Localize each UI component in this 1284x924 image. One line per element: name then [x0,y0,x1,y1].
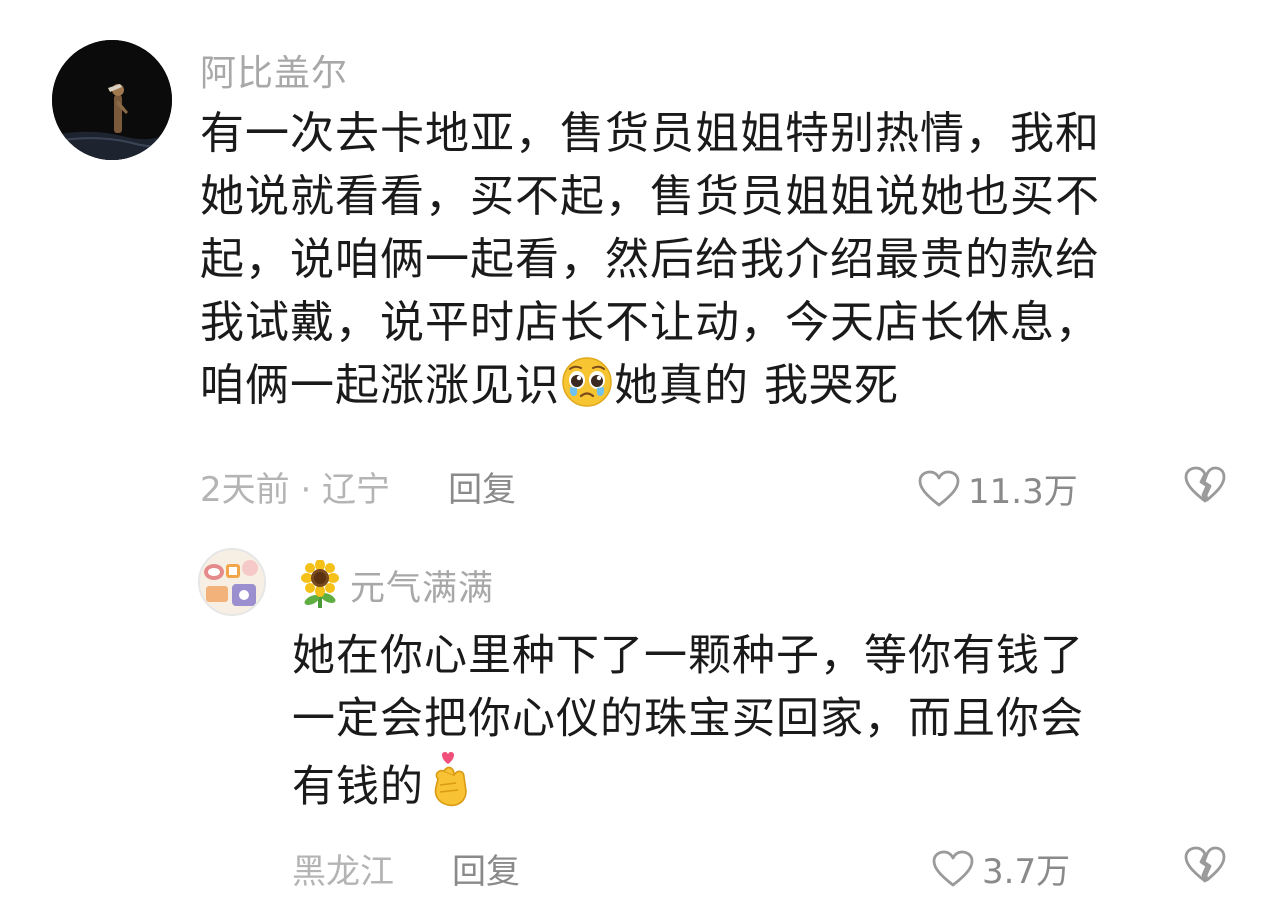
broken-heart-icon [1184,466,1226,503]
broken-heart-icon [1184,846,1226,883]
reply-button[interactable]: 回复 [452,844,520,893]
avatar[interactable] [52,40,172,160]
comment-line: 起，说咱俩一起看，然后给我介绍最贵的款给 [200,234,1100,285]
comment-line: 我试戴，说平时店长不让动，今天店长休息， [200,297,1100,348]
timestamp-location: 2天前 · 辽宁 [200,470,391,510]
dislike-button[interactable] [1183,846,1227,888]
reply-line: 她在你心里种下了一颗种子，等你有钱了 [292,631,1084,681]
reply-meta: 黑龙江 回复 [292,844,520,893]
comment-meta: 2天前 · 辽宁 回复 [200,462,516,511]
comment-line: 她说就看看，买不起，售货员姐姐说她也买不 [200,171,1100,222]
like-button[interactable]: 11.3万 [918,464,1078,513]
finger-heart-icon [424,751,480,827]
like-count: 3.7万 [982,852,1071,892]
reply-avatar[interactable] [198,548,266,616]
reply-body: 她在你心里种下了一颗种子，等你有钱了 一定会把你心仪的珠宝买回家，而且你会 有钱… [292,625,1252,814]
reply-username[interactable]: 元气满满 [350,560,494,611]
reply-line: 一定会把你心仪的珠宝买回家，而且你会 [292,694,1084,744]
like-count: 11.3万 [968,472,1078,512]
heart-outline-icon [932,850,974,886]
comment-thread: 阿比盖尔 有一次去卡地亚，售货员姐姐特别热情，我和 她说就看看，买不起，售货员姐… [0,0,1284,924]
pleading-face-icon [560,356,614,425]
dislike-button[interactable] [1183,466,1227,508]
reply-button[interactable]: 回复 [448,462,516,511]
location: 黑龙江 [292,852,394,892]
comment-line: 有一次去卡地亚，售货员姐姐特别热情，我和 [200,108,1100,159]
sunflower-icon [298,559,342,614]
avatar-photo [52,40,172,160]
avatar-photo [200,550,264,614]
username[interactable]: 阿比盖尔 [200,44,348,96]
comment-line-part: 她真的 我哭死 [614,360,899,411]
comment-line-part: 咱俩一起涨涨见识 [200,360,560,411]
reply-line-part: 有钱的 [292,762,424,812]
comment-line: 咱俩一起涨涨见识 她真的 我哭死 [200,354,1200,417]
comment-body: 有一次去卡地亚，售货员姐姐特别热情，我和 她说就看看，买不起，售货员姐姐说她也买… [200,102,1200,417]
like-button[interactable]: 3.7万 [932,844,1070,893]
reply-line: 有钱的 [292,751,1252,814]
heart-outline-icon [918,470,960,506]
